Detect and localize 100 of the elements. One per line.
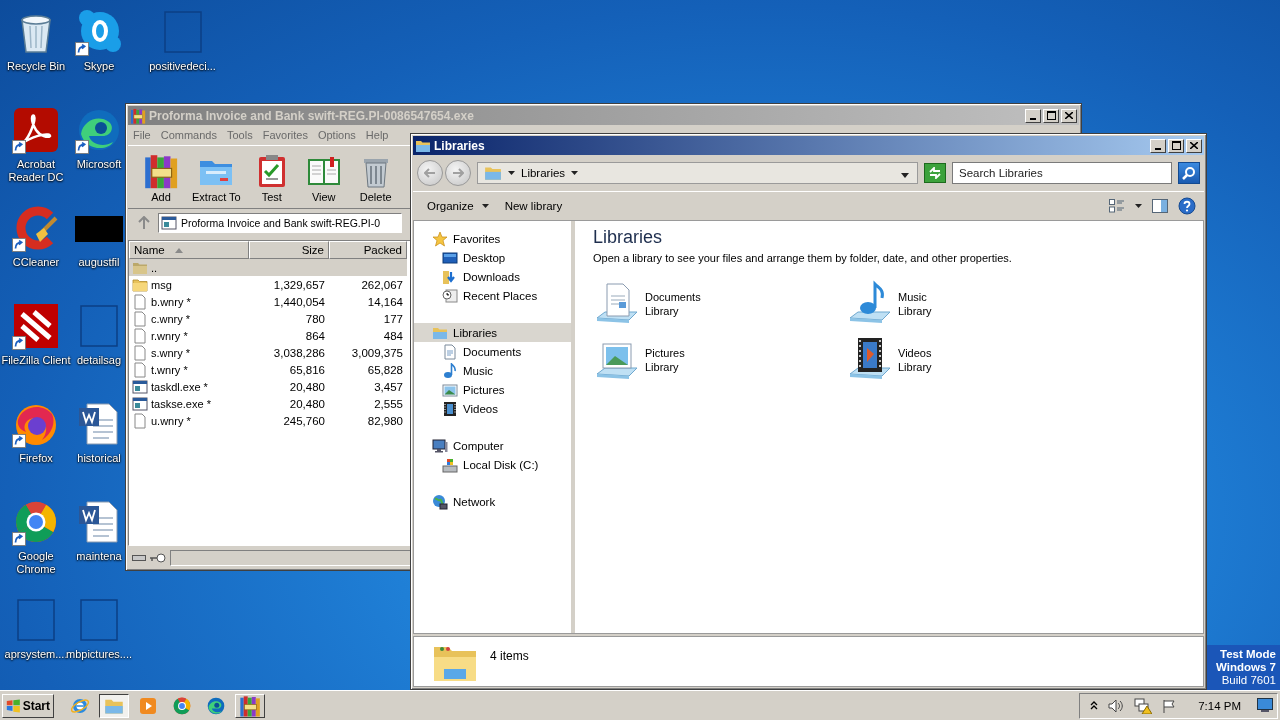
caret-icon (508, 171, 515, 175)
chevron-up-icon (1090, 701, 1099, 710)
table-cell-text: 780 (304, 312, 326, 325)
library-tile[interactable]: Pictures Library (593, 336, 846, 384)
nav-item[interactable]: Desktop (414, 248, 571, 267)
nav-item[interactable]: Pictures (414, 380, 571, 399)
file-row[interactable]: r.wnry * 864 484 (129, 327, 407, 344)
table-cell-text: 82,980 (366, 414, 404, 427)
toolbar-button[interactable]: Delete (350, 148, 401, 208)
toolbar-button[interactable]: Extract To (188, 148, 245, 208)
desktop-icon-label[interactable]: detailsag (76, 354, 121, 367)
menu-item[interactable]: Favorites (257, 129, 313, 141)
file-row[interactable]: c.wnry * 780 177 (129, 310, 407, 327)
file-row[interactable]: u.wnry * 245,760 82,980 (129, 412, 407, 429)
start-button[interactable]: Start (2, 693, 54, 718)
desktop-icon-label[interactable]: historical (77, 452, 121, 465)
preview-pane-icon (1152, 199, 1168, 213)
desktop-icon-label[interactable]: FileZilla Client (1, 354, 71, 367)
file-row[interactable]: .. (129, 259, 407, 276)
close-button[interactable] (1061, 108, 1077, 123)
chrome-icon (172, 695, 192, 716)
library-tile[interactable]: Videos Library (846, 336, 1099, 384)
media-player-icon (138, 695, 158, 716)
library-subtitle: Library (898, 360, 932, 374)
file-row[interactable]: msg 1,329,657 262,067 (129, 276, 407, 293)
desktop-icon-label[interactable]: CCleaner (12, 256, 60, 269)
file-row[interactable]: t.wnry * 65,816 65,828 (129, 361, 407, 378)
column-header[interactable]: Name (129, 241, 249, 259)
toolbar-button[interactable]: Test (246, 148, 297, 208)
books-icon (143, 153, 179, 189)
column-header[interactable]: Size (249, 241, 329, 259)
desktop-icon-label[interactable]: positivedeci... (149, 60, 216, 73)
show-desktop-button[interactable] (1257, 697, 1273, 714)
program-window-icon (132, 395, 148, 412)
table-cell-text: 3,038,286 (272, 346, 326, 359)
forward-arrow-icon (452, 168, 464, 178)
nav-item[interactable]: Videos (414, 399, 571, 418)
breadcrumb-item[interactable]: Libraries (521, 167, 566, 179)
file-icon (132, 344, 148, 361)
books-icon (130, 107, 146, 124)
file-row[interactable]: taskse.exe * 20,480 2,555 (129, 395, 407, 412)
clock[interactable]: 7:14 PM (1198, 699, 1241, 712)
refresh-button[interactable] (924, 163, 946, 183)
nav-item[interactable]: Network (414, 492, 571, 511)
desktop-icon-label[interactable]: Skype (83, 60, 115, 73)
library-tile[interactable]: Music Library (846, 280, 1099, 328)
path-field[interactable]: Proforma Invoice and Bank swift-REG.PI-0 (158, 213, 402, 233)
menu-item[interactable]: Options (312, 129, 361, 141)
nav-item[interactable]: Music (414, 361, 571, 380)
library-tile[interactable]: Documents Library (593, 280, 846, 328)
maximize-button[interactable] (1043, 108, 1059, 123)
menu-item[interactable]: Commands (155, 129, 222, 141)
table-cell-text: 3,457 (373, 380, 404, 393)
window-title: Proforma Invoice and Bank swift-REG.PI-0086547654.exe (149, 108, 474, 123)
network-warning-icon (1134, 697, 1153, 714)
address-bar[interactable]: Libraries (477, 162, 918, 184)
desktop-icon (442, 249, 458, 266)
menu-item[interactable]: File (128, 129, 156, 141)
table-cell-text: 177 (382, 312, 404, 325)
table-cell-text: 14,164 (366, 295, 404, 308)
notice-text: Test Mode (1220, 648, 1276, 661)
nav-item[interactable]: Documents (414, 342, 571, 361)
desktop-icon-label[interactable]: Recycle Bin (6, 60, 66, 73)
column-header[interactable]: Packed (329, 241, 407, 259)
close-button[interactable] (1186, 138, 1202, 153)
nav-item[interactable]: Libraries (414, 323, 571, 342)
minimize-button[interactable] (1150, 138, 1166, 153)
menu-item[interactable]: Tools (222, 129, 258, 141)
network-globe-icon (432, 493, 448, 510)
file-icon (132, 293, 148, 310)
desktop-icon-label[interactable]: augustfil (78, 256, 120, 269)
desktop-icon-label[interactable]: Microsoft (76, 158, 122, 171)
file-row[interactable]: s.wnry * 3,038,286 3,009,375 (129, 344, 407, 361)
toolbar-button[interactable]: New library (498, 197, 569, 215)
desktop-icon-label[interactable]: aprsystem.... (4, 648, 68, 661)
file-row[interactable]: b.wnry * 1,440,054 14,164 (129, 293, 407, 310)
desktop-icon-label[interactable]: Acrobat Reader DC (0, 158, 72, 184)
toolbar-button[interactable]: View (298, 148, 349, 208)
file-row[interactable]: taskdl.exe * 20,480 3,457 (129, 378, 407, 395)
nav-item[interactable]: Downloads (414, 267, 571, 286)
toolbar-button[interactable]: Add (136, 148, 186, 208)
minimize-button[interactable] (1025, 108, 1041, 123)
key-icon (150, 553, 166, 563)
nav-item[interactable]: Favorites (414, 229, 571, 248)
desktop-icon-label[interactable]: maintena (76, 550, 122, 563)
nav-item[interactable]: Recent Places (414, 286, 571, 305)
menu-item[interactable]: Help (360, 129, 394, 141)
sort-arrow-icon (174, 247, 183, 253)
search-button[interactable] (1178, 162, 1200, 184)
search-field[interactable]: Search Libraries (952, 162, 1172, 184)
taskbar-button[interactable] (99, 693, 129, 718)
table-cell: r.wnry * (151, 329, 188, 342)
table-cell: u.wnry * (151, 414, 191, 427)
desktop-icon-label[interactable]: mbpictures.... (66, 648, 132, 661)
nav-item[interactable]: Local Disk (C:) (414, 455, 571, 474)
desktop-icon-label[interactable]: Firefox (19, 452, 53, 465)
maximize-button[interactable] (1168, 138, 1184, 153)
toolbar-button[interactable]: Organize (421, 197, 495, 215)
desktop-icon-label[interactable]: Google Chrome (0, 550, 72, 576)
nav-item[interactable]: Computer (414, 436, 571, 455)
